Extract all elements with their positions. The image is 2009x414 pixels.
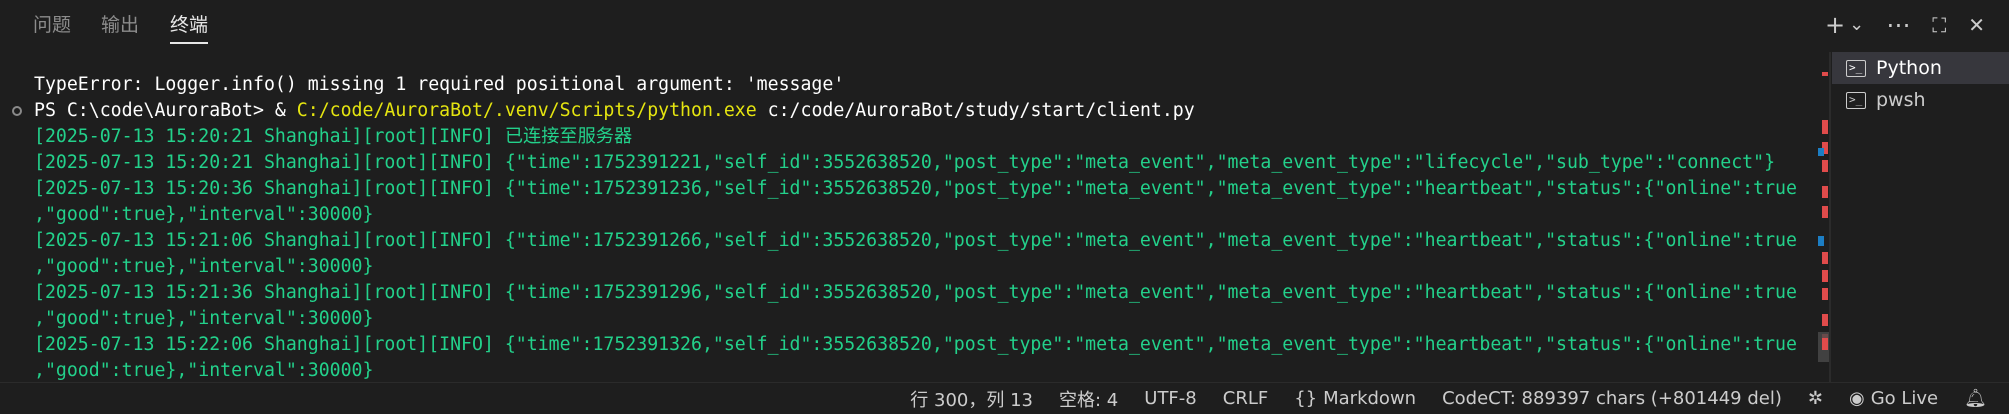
broadcast-icon: ◉ xyxy=(1848,388,1865,409)
terminal-line: [2025-07-13 15:21:06 Shanghai][root][INF… xyxy=(34,230,1797,251)
terminal-item-label: Python xyxy=(1876,57,1942,79)
error-marker xyxy=(1822,120,1828,134)
terminal-item-label: pwsh xyxy=(1876,89,1926,111)
command-decoration-icon[interactable] xyxy=(12,106,22,116)
terminal-list: >_ Python >_ pwsh xyxy=(1832,52,2009,116)
error-marker xyxy=(1822,160,1828,172)
language-label: Markdown xyxy=(1323,388,1417,409)
copilot-icon[interactable]: ✲ xyxy=(1808,388,1823,409)
error-marker xyxy=(1822,252,1828,264)
terminal-line: ,"good":true},"interval":30000} xyxy=(34,308,374,329)
end-of-line[interactable]: CRLF xyxy=(1223,388,1268,409)
terminal-line: ,"good":true},"interval":30000} xyxy=(34,360,374,381)
status-bar: 行 300，列 13 空格: 4 UTF-8 CRLF {} Markdown C… xyxy=(0,382,2009,414)
error-marker xyxy=(1822,206,1828,218)
terminal-line: ,"good":true},"interval":30000} xyxy=(34,204,374,225)
new-terminal-icon[interactable]: + xyxy=(1825,10,1845,40)
dropdown-icon[interactable]: ⌄ xyxy=(1849,10,1864,40)
error-marker xyxy=(1822,314,1828,326)
panel-divider[interactable] xyxy=(1829,52,1831,386)
codect-status[interactable]: CodeCT: 889397 chars (+801449 del) xyxy=(1442,388,1782,409)
error-marker xyxy=(1822,270,1828,282)
indentation[interactable]: 空格: 4 xyxy=(1059,386,1118,412)
tab-output[interactable]: 输出 xyxy=(101,12,139,42)
terminal-line: [2025-07-13 15:21:36 Shanghai][root][INF… xyxy=(34,282,1797,303)
language-mode[interactable]: {} Markdown xyxy=(1294,388,1416,409)
terminal-item-python[interactable]: >_ Python xyxy=(1832,52,2009,84)
terminal-output[interactable]: TypeError: Logger.info() missing 1 requi… xyxy=(0,70,1812,386)
tab-terminal[interactable]: 终端 xyxy=(170,12,209,44)
error-marker xyxy=(1822,288,1828,300)
terminal-line: [2025-07-13 15:20:21 Shanghai][root][INF… xyxy=(34,126,633,147)
tab-problems[interactable]: 问题 xyxy=(33,12,71,42)
panel-tabs: 问题 输出 终端 xyxy=(0,0,1820,50)
terminal-icon: >_ xyxy=(1846,59,1866,77)
error-marker xyxy=(1822,338,1828,350)
terminal-line: ,"good":true},"interval":30000} xyxy=(34,256,374,277)
close-icon[interactable]: ✕ xyxy=(1968,10,1985,40)
notifications-bell-icon[interactable]: 🔔︎ xyxy=(1964,388,1987,409)
more-icon[interactable]: ⋯ xyxy=(1886,10,1910,40)
encoding[interactable]: UTF-8 xyxy=(1144,388,1196,409)
terminal-icon: >_ xyxy=(1846,91,1866,109)
go-live-label: Go Live xyxy=(1870,388,1939,409)
maximize-icon[interactable]: ⛶ xyxy=(1932,10,1946,40)
terminal-prompt-line: PS C:\code\AuroraBot> & C:/code/AuroraBo… xyxy=(34,98,1195,124)
cursor-position[interactable]: 行 300，列 13 xyxy=(910,386,1033,412)
terminal-item-pwsh[interactable]: >_ pwsh xyxy=(1832,84,2009,116)
prompt-prefix: PS C:\code\AuroraBot> & xyxy=(34,100,297,121)
panel-actions: + ⌄ ⋯ ⛶ ✕ xyxy=(1825,10,1985,40)
braces-icon: {} xyxy=(1294,388,1318,409)
info-marker xyxy=(1818,236,1824,246)
terminal-line: [2025-07-13 15:22:06 Shanghai][root][INF… xyxy=(34,334,1797,355)
error-marker xyxy=(1822,186,1828,198)
terminal-line: [2025-07-13 15:20:21 Shanghai][root][INF… xyxy=(34,152,1776,173)
go-live-button[interactable]: ◉ Go Live xyxy=(1849,388,1938,409)
info-marker xyxy=(1818,148,1824,156)
terminal-line: [2025-07-13 15:20:36 Shanghai][root][INF… xyxy=(34,178,1797,199)
prompt-suffix: c:/code/AuroraBot/study/start/client.py xyxy=(756,100,1195,121)
python-path[interactable]: C:/code/AuroraBot/.venv/Scripts/python.e… xyxy=(297,100,757,121)
terminal-line: TypeError: Logger.info() missing 1 requi… xyxy=(34,74,845,95)
error-marker xyxy=(1822,72,1828,76)
